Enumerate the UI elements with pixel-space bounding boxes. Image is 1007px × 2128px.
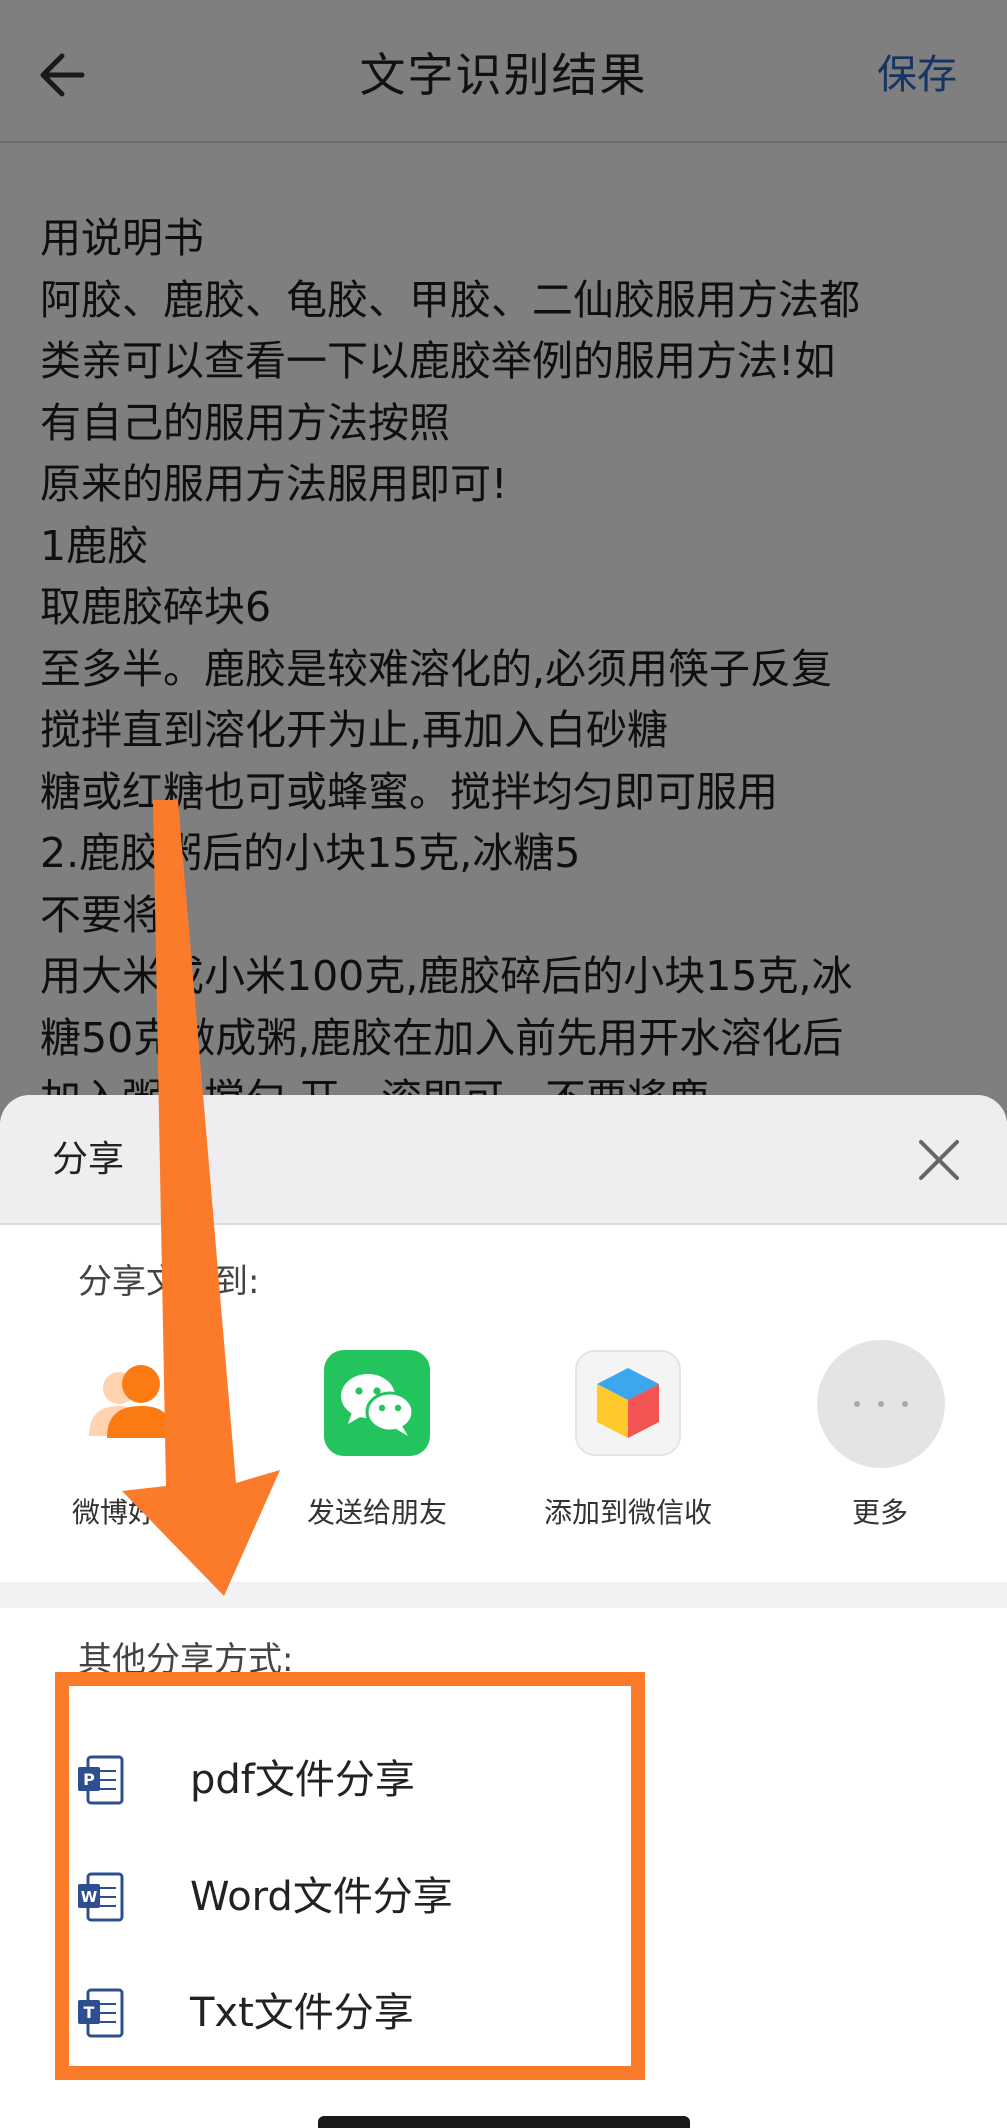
share-target-label: 微博好友 [71, 1496, 184, 1529]
close-button[interactable] [909, 1130, 969, 1190]
share-target-label: 添加到微信收 [543, 1496, 712, 1529]
share-sheet-title: 分享 [52, 1139, 125, 1180]
highlight-box-annotation [55, 1672, 645, 2080]
share-target-wechat-friend[interactable]: 发送给朋友 [252, 1350, 502, 1550]
share-target-label: 发送给朋友 [306, 1496, 447, 1529]
share-target-label: 更多 [851, 1496, 908, 1529]
more-icon [817, 1340, 945, 1468]
share-target-wechat-favorites[interactable]: 添加到微信收 [503, 1350, 753, 1550]
share-to-label: 分享文本到: [78, 1262, 260, 1302]
wechat-favorites-icon [575, 1350, 681, 1456]
close-icon [919, 1140, 959, 1180]
home-indicator [318, 2116, 690, 2128]
share-target-weibo-friend[interactable]: 微博好友 [3, 1350, 253, 1550]
wechat-icon [324, 1350, 430, 1456]
section-divider [0, 1582, 1007, 1608]
share-target-more[interactable]: 更多 [755, 1340, 1005, 1550]
share-sheet-header: 分享 [0, 1095, 1007, 1225]
weibo-friend-icon [75, 1350, 181, 1456]
